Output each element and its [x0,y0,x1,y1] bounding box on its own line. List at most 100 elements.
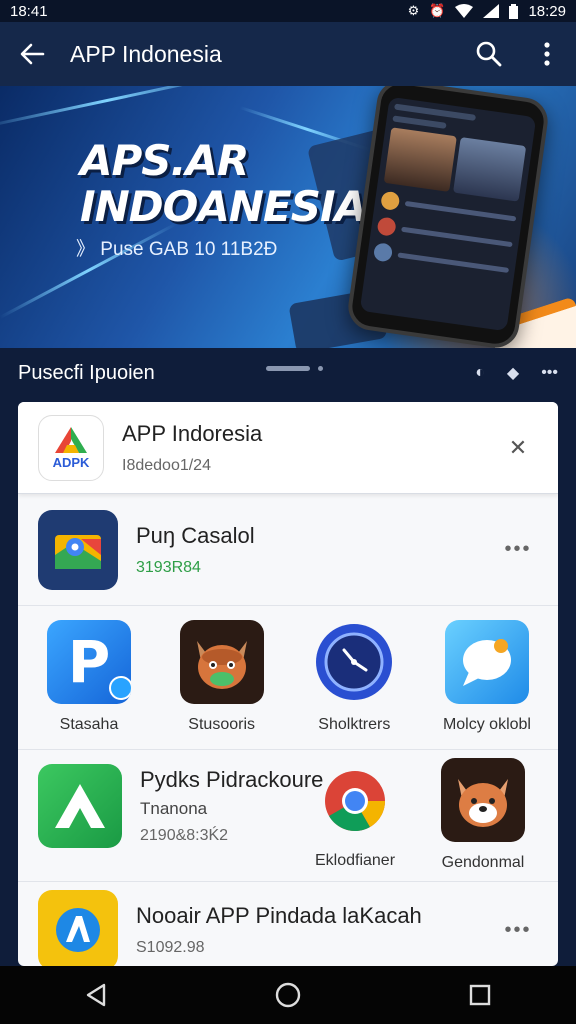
pager-active [266,366,310,371]
dismiss-button[interactable]: ✕ [498,435,538,461]
n-logo-icon [56,908,100,952]
grid-app[interactable]: Sholktrers [299,620,409,749]
alarm-icon: ⏰ [429,3,446,18]
grid-app-label: Sholktrers [318,716,391,733]
list-item[interactable]: Nooair APP Pindada laKacah S1092.98 ••• [18,882,558,966]
more-vert-icon [544,42,550,66]
section-header: Pusecfi Ipuoien ◐ ◆ ••• [0,348,576,398]
app-bar: APP Indonesia [0,22,576,86]
list-item[interactable]: Pydks Pidrackoure Tnanona 2190&8:3Ḱ2 [38,758,336,848]
tag-icon[interactable]: ◆ [507,363,519,383]
fox-icon [441,758,525,842]
photo-thumb [453,137,527,202]
phone-line [392,115,448,129]
featured-app-title: APP Indoresia [122,420,263,446]
chat-icon [444,620,529,704]
list-item-title: Puŋ Casalol [136,522,255,548]
nav-recents-button[interactable] [440,966,520,1024]
refresh-icon[interactable]: ◐ [475,364,485,382]
list-item-text: Puŋ Casalol 3193R84 [118,523,498,577]
search-button[interactable] [460,22,518,86]
app-icon-text: ADPK [52,455,90,470]
app-grid: P Stasaha Stusooris Sholktrers Molcy okl… [18,606,558,750]
status-icons: ⚙ ⏰ 18:29 [408,3,566,20]
system-nav-bar [0,966,576,1024]
status-time-right: 18:29 [528,2,566,20]
arrow-left-icon [20,43,45,65]
item-more-button[interactable]: ••• [498,919,538,942]
list-item-text: Nooair APP Pindada laKacah S1092.98 [118,903,498,957]
list-item-mixed: Pydks Pidrackoure Tnanona 2190&8:3Ḱ2 Ekl… [18,750,558,882]
promo-banner[interactable]: APS.AR INDOANESIA 》 Puse GAB 10 11B2Đ [0,86,576,348]
banner-streak [0,86,235,129]
list-item-title: Nooair APP Pindada laKacah [136,903,422,928]
chat-bubble-icon [462,639,511,686]
banner-title-line2: INDOANESIA [80,182,367,231]
item-more-button[interactable]: ••• [498,538,538,561]
phone-screen [359,96,537,332]
p-icon: P [47,620,131,704]
phone-illustration [345,86,551,348]
close-icon: ✕ [508,434,528,460]
settings-gear-icon: ⚙ [407,3,420,18]
badge-icon [109,676,131,700]
list-item-subtitle: S1092.98 [136,939,205,956]
grid-app-label: Molcy oklobl [442,716,531,733]
grid-app[interactable]: Stusooris [167,620,277,749]
featured-app-row[interactable]: ADPK APP Indoresia I8dedoo1/24 ✕ [18,402,558,494]
section-title: Pusecfi Ipuoien [18,361,155,384]
grid-app[interactable]: Gendonmal [428,758,538,872]
search-icon [476,41,502,67]
map-pin-icon [55,534,101,569]
signal-icon [483,4,500,18]
p-letter-glyph: P [67,628,111,696]
app-list-panel: ADPK APP Indoresia I8dedoo1/24 ✕ Puŋ Cas… [18,402,558,966]
banner-title-line1: APS.AR [80,136,249,185]
status-time-left: 18:41 [10,2,48,20]
banner-subtitle: 》 Puse GAB 10 11B2Đ [76,239,278,260]
app-icon-green [38,764,122,848]
fox-icon [179,620,264,704]
fox-face-icon [458,779,508,827]
phone-photos [383,127,527,202]
pager-dot [318,366,323,371]
grid-app[interactable]: P Stasaha [34,620,144,749]
photo-thumb [383,127,457,192]
back-button[interactable] [0,22,64,86]
featured-app-subtitle: I8dedoo1/24 [122,456,211,474]
home-circle-icon [275,982,301,1008]
back-triangle-icon [86,983,106,1007]
list-item-subtitle: 3193R84 [136,558,201,576]
clock-icon [312,620,396,704]
grid-app[interactable]: Eklodfianer [300,758,410,870]
recents-square-icon [469,984,491,1006]
app-icon-adpk: ADPK [38,414,104,481]
page-title: APP Indonesia [70,40,222,67]
featured-app-text: APP Indoresia I8dedoo1/24 [104,421,498,475]
app-icon-map [38,509,118,590]
banner-title: APS.AR INDOANESIA [80,136,367,231]
grid-app-label: Stasaha [59,716,119,733]
more-horiz-icon[interactable]: ••• [541,364,558,382]
more-horiz-icon: ••• [504,538,532,560]
clock-face-icon [316,624,393,700]
list-item[interactable]: Puŋ Casalol 3193R84 ••• [18,494,558,606]
app-icon-yellow [38,890,118,966]
banner-pager [266,366,323,371]
overflow-menu-button[interactable] [518,22,576,86]
grid-app-label: Gendonmal [441,854,525,871]
grid-app-label: Stusooris [188,716,255,733]
nav-back-button[interactable] [56,966,136,1024]
battery-icon [509,3,519,19]
more-horiz-icon: ••• [504,918,532,941]
fox-face-icon [196,641,247,689]
a-logo-icon [55,784,105,828]
grid-app-label: Eklodfianer [314,852,396,869]
grid-app[interactable]: Molcy oklobl [432,620,542,749]
triangle-logo-icon [55,427,87,453]
wifi-icon [455,4,474,18]
nav-home-button[interactable] [248,966,328,1024]
section-actions: ◐ ◆ ••• [475,363,558,383]
chrome-icon [325,771,385,832]
status-bar: 18:41 ⚙ ⏰ 18:29 [0,0,576,22]
